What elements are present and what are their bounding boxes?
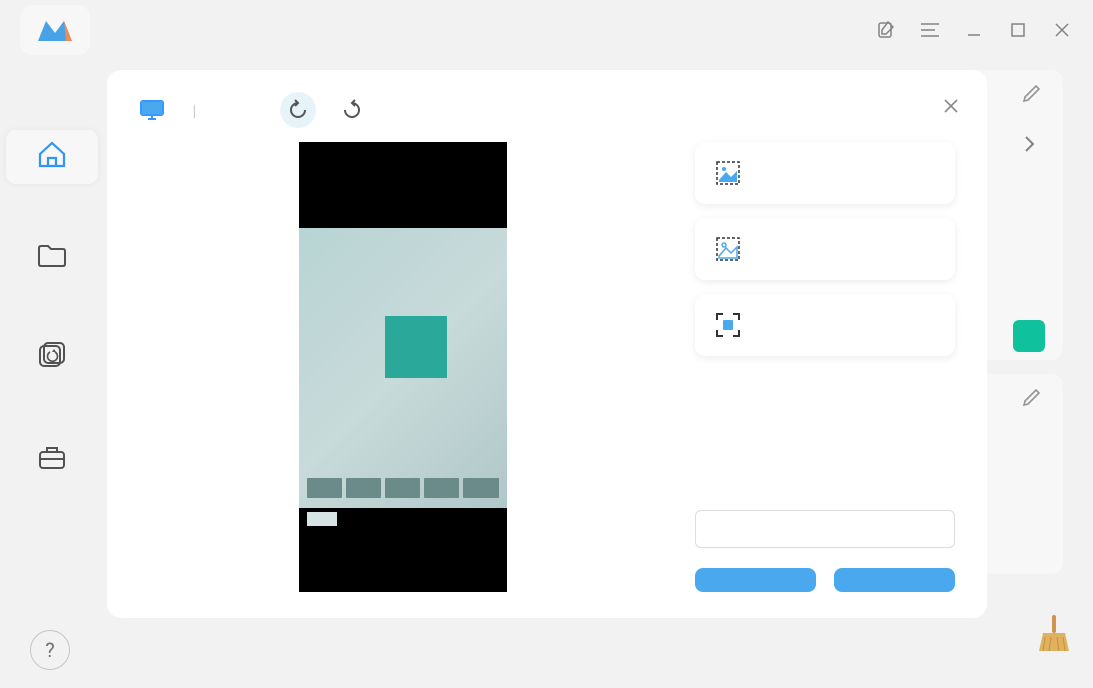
- save-local-icon: [713, 158, 743, 188]
- fullscreen-icon: [713, 310, 743, 340]
- device-screen-preview: [299, 142, 507, 592]
- rotate-left-button[interactable]: [280, 92, 316, 128]
- save-screenshot-local-button[interactable]: [695, 142, 955, 204]
- modal-overlay: |: [0, 0, 1093, 688]
- open-button[interactable]: [695, 568, 816, 592]
- modal-close-button[interactable]: [943, 98, 959, 118]
- divider: |: [193, 101, 197, 120]
- fullscreen-button[interactable]: [695, 294, 955, 356]
- realtime-screen-modal: |: [107, 70, 987, 618]
- change-button[interactable]: [834, 568, 955, 592]
- output-path-input[interactable]: [695, 510, 955, 548]
- rotate-right-button[interactable]: [334, 92, 370, 128]
- copy-screenshot-clipboard-button[interactable]: [695, 218, 955, 280]
- copy-clip-icon: [713, 234, 743, 264]
- monitor-icon: [139, 99, 165, 121]
